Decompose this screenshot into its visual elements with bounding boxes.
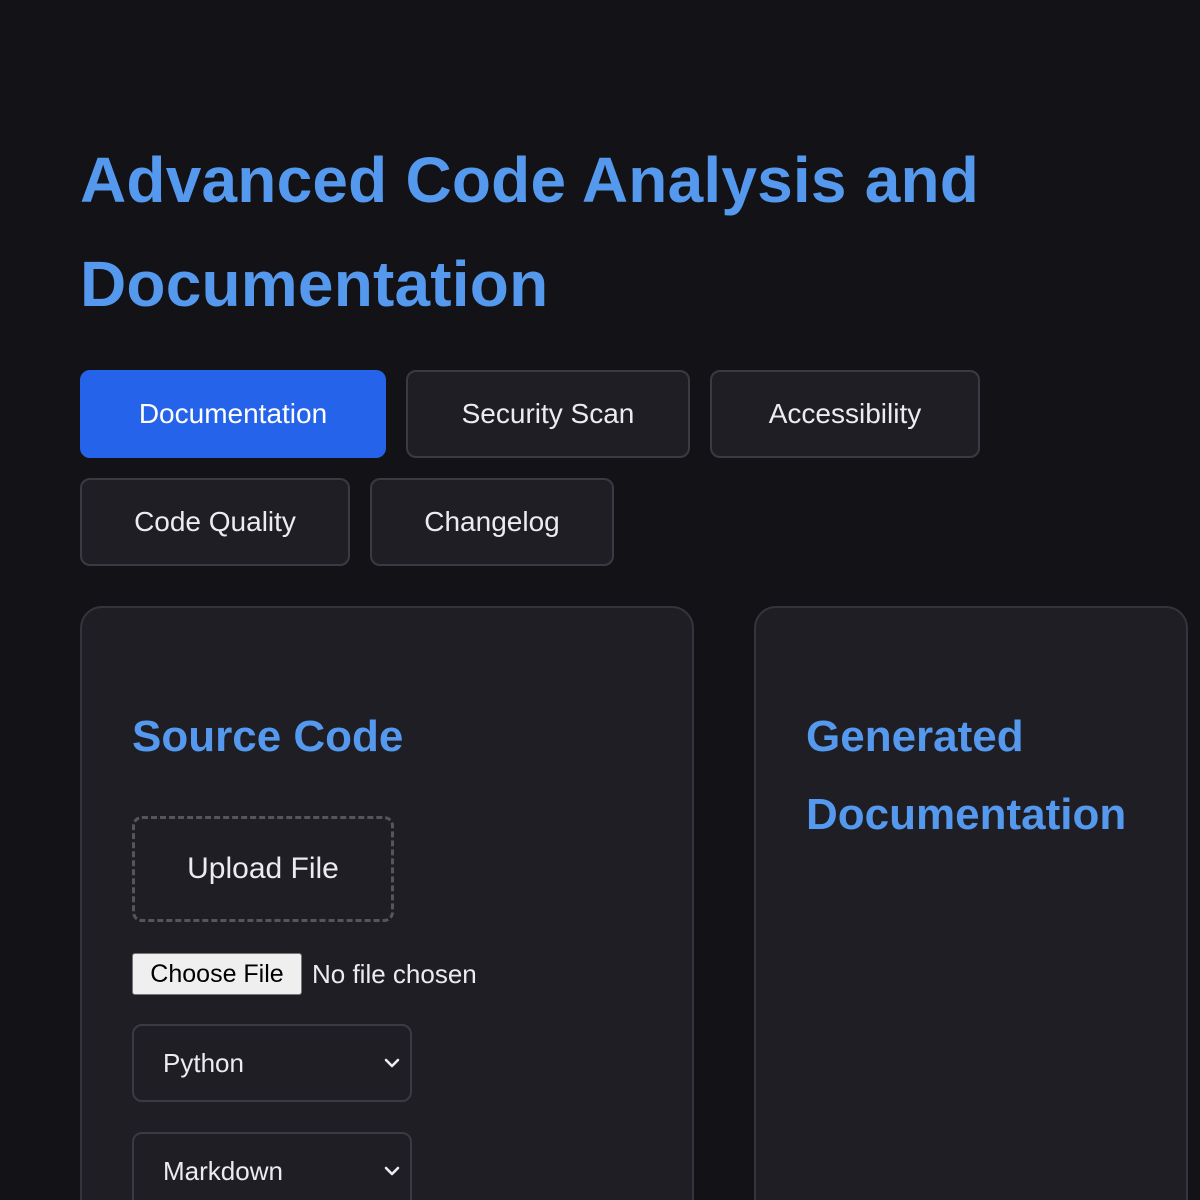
tab-security-scan[interactable]: Security Scan [406, 370, 690, 458]
language-select-value: Python [163, 1047, 244, 1078]
tab-code-quality[interactable]: Code Quality [80, 478, 350, 566]
tab-accessibility[interactable]: Accessibility [710, 370, 980, 458]
page-title: Advanced Code Analysis and Documentation [80, 144, 980, 320]
format-select-value: Markdown [163, 1155, 283, 1186]
file-status-text: No file chosen [312, 958, 477, 989]
tab-changelog[interactable]: Changelog [370, 478, 614, 566]
generated-documentation-heading: Generated Documentation [806, 712, 1127, 839]
source-code-panel: Source Code Upload File Choose File No f… [80, 606, 694, 1200]
generated-documentation-panel: Generated Documentation [754, 606, 1188, 1200]
language-select[interactable]: Python [132, 1024, 412, 1102]
source-code-heading: Source Code [132, 712, 404, 761]
format-select[interactable]: Markdown [132, 1132, 412, 1200]
choose-file-button[interactable]: Choose File [132, 953, 302, 995]
app-page: Advanced Code Analysis and Documentation… [0, 0, 1200, 1200]
tab-documentation[interactable]: Documentation [80, 370, 386, 458]
chevron-down-icon [382, 1053, 402, 1073]
chevron-down-icon [382, 1161, 402, 1181]
upload-file-button[interactable]: Upload File [132, 816, 394, 922]
file-input: Choose File No file chosen [132, 952, 477, 996]
